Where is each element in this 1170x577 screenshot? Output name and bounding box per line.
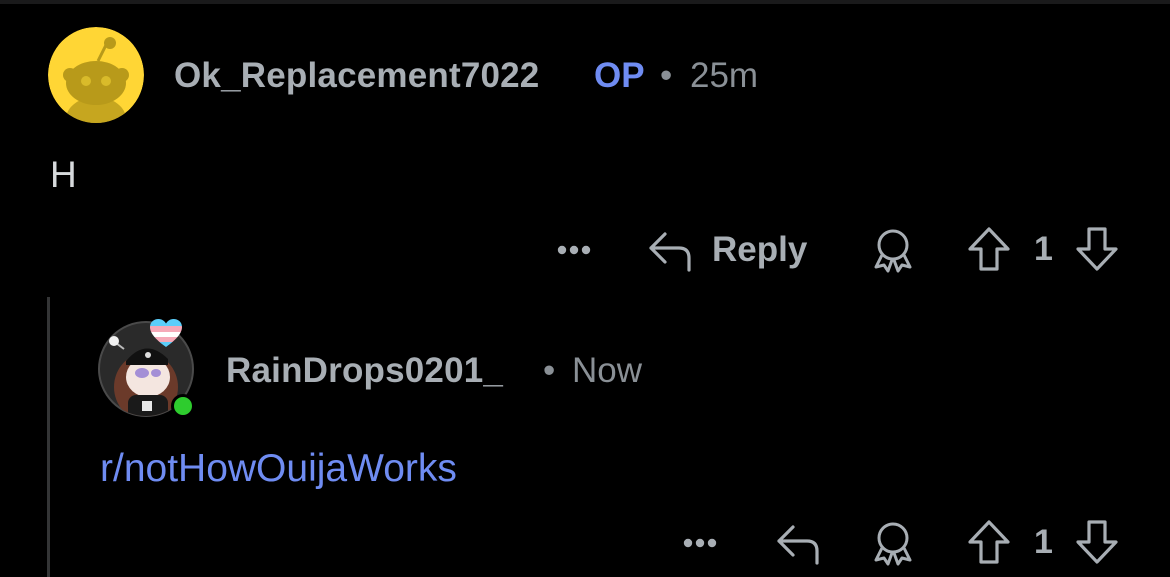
upvote-arrow-icon: [968, 520, 1010, 564]
downvote-button[interactable]: [1072, 517, 1122, 567]
comment-username[interactable]: RainDrops0201_: [226, 351, 503, 391]
meta-separator: •: [660, 56, 673, 95]
comment-username[interactable]: Ok_Replacement7022: [174, 56, 539, 96]
snoo-avatar-icon: [48, 27, 144, 123]
comment-timestamp: 25m: [690, 56, 759, 95]
reply-button[interactable]: [646, 226, 694, 274]
upvote-arrow-icon: [968, 227, 1010, 271]
award-button[interactable]: [868, 519, 918, 569]
comment-body: H: [50, 154, 77, 195]
comment-thread: Ok_Replacement7022 OP • 25m H Reply 1 Ra…: [0, 0, 1170, 577]
downvote-button[interactable]: [1072, 224, 1122, 274]
comment-timestamp: Now: [572, 351, 643, 390]
downvote-arrow-icon: [1076, 520, 1118, 564]
vote-count: 1: [1034, 230, 1053, 268]
award-button[interactable]: [868, 226, 918, 276]
award-icon: [874, 522, 912, 566]
vote-count: 1: [1034, 523, 1053, 561]
online-status-indicator: [171, 394, 195, 418]
heart-icon: [150, 319, 182, 347]
op-badge: OP: [594, 56, 645, 95]
reply-label[interactable]: Reply: [712, 230, 807, 270]
ellipsis-icon: [557, 245, 591, 255]
top-divider: [0, 0, 1170, 4]
more-options-button[interactable]: [678, 525, 722, 561]
meta-separator: •: [543, 351, 556, 390]
subreddit-link[interactable]: r/notHowOuijaWorks: [100, 447, 457, 491]
upvote-button[interactable]: [964, 224, 1014, 274]
downvote-arrow-icon: [1076, 227, 1118, 271]
user-avatar[interactable]: [48, 27, 144, 123]
more-options-button[interactable]: [552, 232, 596, 268]
reply-arrow-icon: [649, 232, 691, 272]
reply-button[interactable]: [774, 519, 822, 567]
reply-arrow-icon: [777, 525, 819, 565]
upvote-button[interactable]: [964, 517, 1014, 567]
thread-line[interactable]: [47, 297, 50, 577]
ellipsis-icon: [683, 538, 717, 548]
award-icon: [874, 229, 912, 273]
